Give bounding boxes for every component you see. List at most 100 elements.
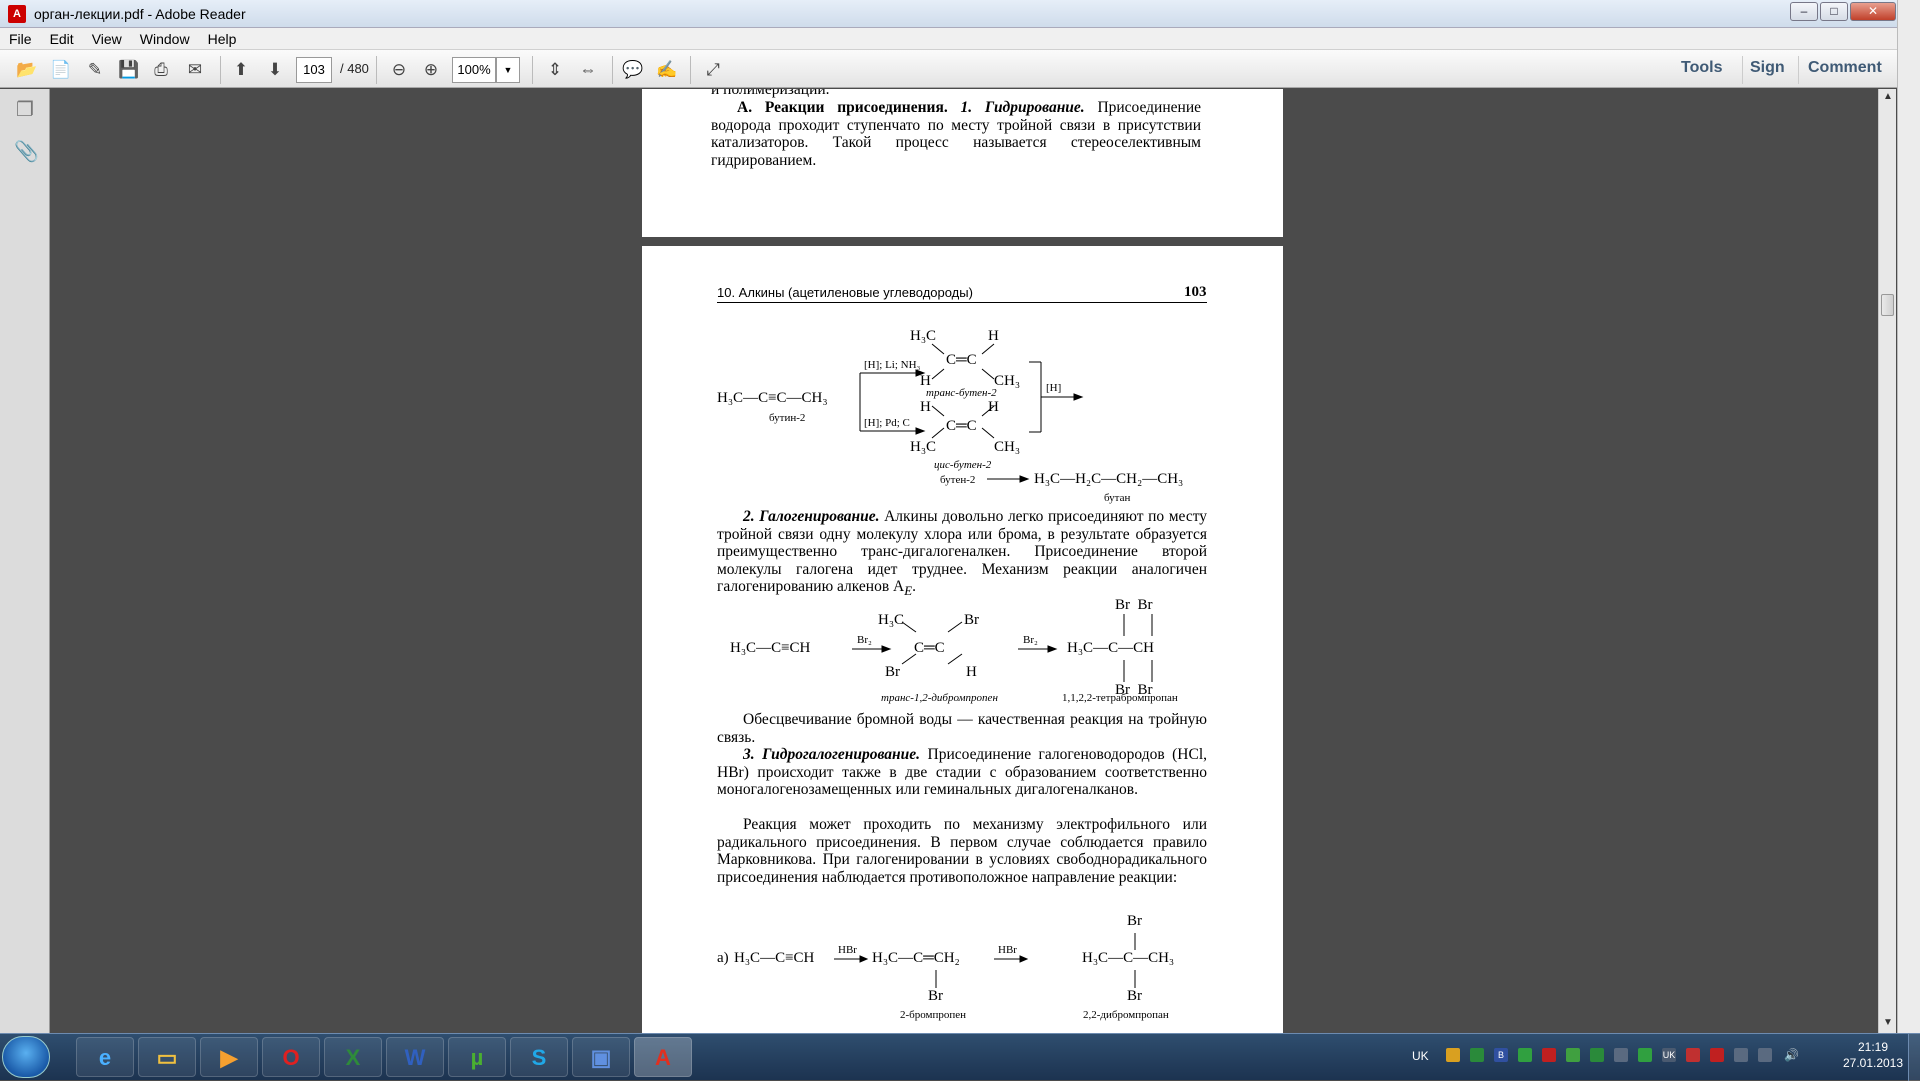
tray-icon[interactable]: B bbox=[1494, 1048, 1508, 1062]
propyne-formula: H₃C—C≡CH bbox=[734, 950, 815, 966]
pdf-page-103: 10. Алкины (ацетиленовые углеводороды) 1… bbox=[642, 246, 1283, 1033]
attachments-icon[interactable]: 📎 bbox=[14, 139, 39, 163]
expand-icon[interactable]: ⤢ bbox=[700, 58, 726, 82]
fit-width-icon[interactable]: ⇔ bbox=[575, 58, 601, 82]
email-icon[interactable]: ✉ bbox=[182, 58, 208, 82]
show-desktop-button[interactable] bbox=[1908, 1034, 1920, 1081]
butyne-name: бутин-2 bbox=[769, 412, 806, 424]
menu-edit[interactable]: Edit bbox=[41, 28, 83, 50]
scroll-down-icon[interactable]: ▼ bbox=[1883, 1017, 1893, 1028]
paragraph-halogenation: 2. Галогенирование. Алкины довольно легк… bbox=[717, 508, 1208, 599]
comment-icon[interactable]: 💬 bbox=[620, 58, 646, 82]
highlight-icon[interactable]: ✍ bbox=[654, 58, 680, 82]
fit-page-icon[interactable]: ⇕ bbox=[542, 58, 568, 82]
menu-view[interactable]: View bbox=[83, 28, 131, 50]
close-button[interactable]: ✕ bbox=[1850, 2, 1896, 21]
adobe-reader-icon: A bbox=[8, 5, 26, 23]
dibromopropane-name: 2,2-дибромпропан bbox=[1083, 1009, 1169, 1021]
toolbar-separator bbox=[220, 56, 221, 84]
vertical-scrollbar[interactable]: ▲ ▼ bbox=[1878, 89, 1896, 1033]
tray-icon[interactable] bbox=[1518, 1048, 1532, 1062]
tray-icon[interactable] bbox=[1758, 1048, 1772, 1062]
scroll-up-icon[interactable]: ▲ bbox=[1883, 91, 1893, 102]
paragraph-bromine-water: Обесцвечивание бромной воды — качественн… bbox=[717, 711, 1207, 746]
reagent-br2: Br₂ bbox=[857, 634, 872, 646]
paragraph-hydrohalogenation: 3. Гидрогалогенирование. Присоединение г… bbox=[717, 746, 1207, 799]
page-number-input[interactable]: 103 bbox=[296, 57, 332, 83]
tray-icon[interactable] bbox=[1638, 1048, 1652, 1062]
bromopropene-formula: H₃C—C═CH₂ bbox=[872, 950, 960, 966]
tray-icon[interactable] bbox=[1566, 1048, 1580, 1062]
menu-help[interactable]: Help bbox=[199, 28, 246, 50]
tray-icon[interactable] bbox=[1446, 1048, 1460, 1062]
reagent-br2: Br₂ bbox=[1023, 634, 1038, 646]
reagent-hbr: HBr bbox=[998, 944, 1017, 956]
start-button[interactable] bbox=[2, 1036, 50, 1078]
prev-page-icon[interactable]: ⬆ bbox=[228, 58, 254, 82]
butane-formula: H₃C—H₂C—CH₂—CH₃ bbox=[1034, 471, 1184, 487]
print-icon[interactable]: ⎙ bbox=[148, 58, 174, 82]
menu-window[interactable]: Window bbox=[131, 28, 199, 50]
opera-icon[interactable]: O bbox=[262, 1037, 320, 1077]
tray-icon[interactable] bbox=[1470, 1048, 1484, 1062]
document-view[interactable]: и полимеризации. А. Реакции присоединени… bbox=[50, 89, 1886, 1033]
butane-name: бутан bbox=[1104, 492, 1131, 504]
dibromopropene-name: транс-1,2-дибромпропен bbox=[881, 692, 998, 704]
toolbar-separator bbox=[1798, 56, 1799, 84]
condition-bottom: [H]; Pd; C bbox=[864, 417, 910, 429]
tools-button[interactable]: Tools bbox=[1681, 59, 1722, 77]
sign-button[interactable]: Sign bbox=[1750, 59, 1785, 77]
tray-icon[interactable] bbox=[1590, 1048, 1604, 1062]
volume-icon[interactable]: 🔊 bbox=[1784, 1048, 1799, 1062]
tray-icon[interactable] bbox=[1734, 1048, 1748, 1062]
zoom-out-icon[interactable]: ⊖ bbox=[386, 58, 412, 82]
subsection-heading: 1. Гидрирование. bbox=[960, 99, 1085, 116]
language-indicator[interactable]: UK bbox=[1412, 1049, 1429, 1063]
title-bar: A орган-лекции.pdf - Adobe Reader – □ ✕ bbox=[0, 0, 1920, 28]
next-page-icon[interactable]: ⬇ bbox=[262, 58, 288, 82]
tetrabromopropane-middle: H₃C—C—CH bbox=[1067, 640, 1154, 656]
cis-structure-top: H bbox=[988, 399, 999, 415]
acrobat-icon[interactable]: A bbox=[634, 1037, 692, 1077]
scheme-label: а) bbox=[717, 950, 729, 966]
save-icon[interactable]: 💾 bbox=[116, 58, 142, 82]
save-app-icon[interactable]: ▣ bbox=[572, 1037, 630, 1077]
taskbar: e ▭ ▶ O X W µ S ▣ A UK B UK 🔊 21:19 27.01… bbox=[0, 1033, 1920, 1081]
clock-date: 27.01.2013 bbox=[1842, 1056, 1904, 1070]
open-icon[interactable]: 📂 bbox=[14, 58, 40, 82]
section-heading: А. Реакции присоединения. bbox=[737, 99, 948, 116]
trans-structure-top: H₃C bbox=[910, 328, 937, 344]
tray-icon[interactable] bbox=[1710, 1048, 1724, 1062]
dibromopropane-formula: H₃C—C—CH₃ bbox=[1082, 950, 1175, 966]
scrollbar-thumb[interactable] bbox=[1881, 294, 1894, 316]
tray-icon[interactable] bbox=[1686, 1048, 1700, 1062]
create-pdf-icon[interactable]: 📄 bbox=[48, 58, 74, 82]
utorrent-icon[interactable]: µ bbox=[448, 1037, 506, 1077]
skype-icon[interactable]: S bbox=[510, 1037, 568, 1077]
excel-icon[interactable]: X bbox=[324, 1037, 382, 1077]
clock[interactable]: 21:19 27.01.2013 bbox=[1838, 1039, 1908, 1071]
word-icon[interactable]: W bbox=[386, 1037, 444, 1077]
edit-icon[interactable]: ✎ bbox=[82, 58, 108, 82]
dibromopropane-br: Br bbox=[1127, 913, 1142, 929]
dibromopropene-top: H₃C bbox=[878, 612, 905, 628]
dibromopropene-top: Br bbox=[964, 612, 979, 628]
zoom-dropdown-chevron-icon[interactable]: ▼ bbox=[496, 57, 520, 83]
comment-button[interactable]: Comment bbox=[1808, 59, 1882, 77]
media-player-icon[interactable]: ▶ bbox=[200, 1037, 258, 1077]
dibromopropene-bottom: H bbox=[966, 664, 977, 680]
zoom-in-icon[interactable]: ⊕ bbox=[418, 58, 444, 82]
ie-icon[interactable]: e bbox=[76, 1037, 134, 1077]
mechanism-subscript: E bbox=[904, 583, 913, 599]
text-line: и полимеризации. bbox=[711, 89, 830, 98]
tray-icon[interactable]: UK bbox=[1662, 1048, 1676, 1062]
menu-file[interactable]: File bbox=[0, 28, 41, 50]
tray-icon[interactable] bbox=[1542, 1048, 1556, 1062]
explorer-icon[interactable]: ▭ bbox=[138, 1037, 196, 1077]
maximize-button[interactable]: □ bbox=[1820, 2, 1848, 21]
minimize-button[interactable]: – bbox=[1790, 2, 1818, 21]
tray-icon[interactable] bbox=[1614, 1048, 1628, 1062]
zoom-level-field[interactable]: 100% bbox=[452, 57, 496, 83]
clock-time: 21:19 bbox=[1857, 1040, 1889, 1054]
pages-panel-icon[interactable]: ❐ bbox=[14, 97, 36, 121]
